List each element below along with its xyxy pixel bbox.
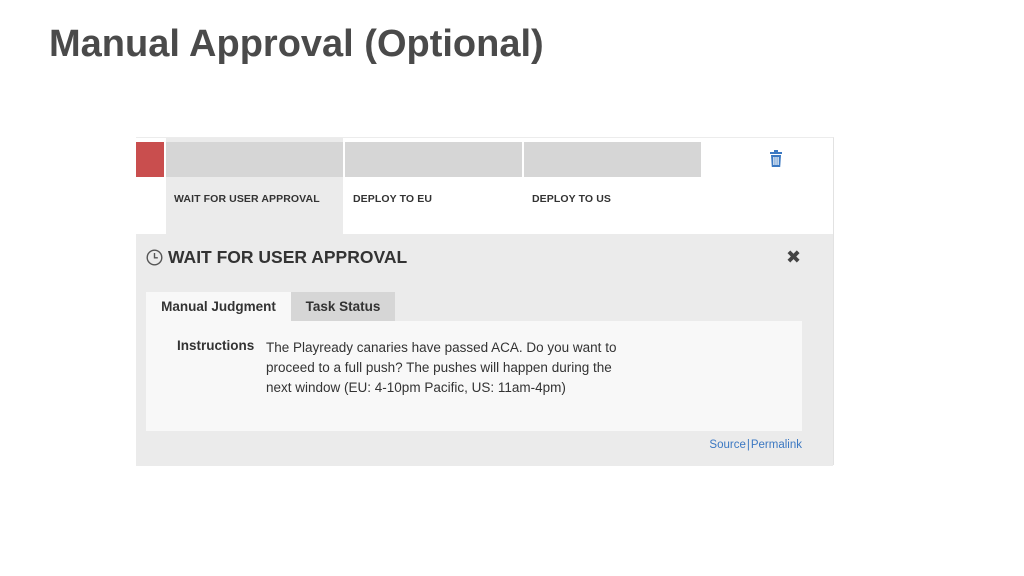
trash-icon[interactable]	[768, 150, 784, 168]
stage-deploy-to-us[interactable]: DEPLOY TO US	[524, 138, 701, 234]
instructions-line: proceed to a full push? The pushes will …	[266, 360, 612, 375]
permalink-link[interactable]: Permalink	[751, 439, 802, 451]
detail-tabs: Manual Judgment Task Status	[146, 292, 395, 321]
panel-title: WAIT FOR USER APPROVAL	[168, 247, 408, 267]
stage-bar	[166, 142, 343, 177]
stage-detail-panel: WAIT FOR USER APPROVAL ✖ Manual Judgment…	[136, 234, 833, 466]
link-separator: |	[746, 439, 750, 451]
clock-icon	[146, 249, 163, 266]
stage-bar	[345, 142, 522, 177]
tab-manual-judgment[interactable]: Manual Judgment	[146, 292, 291, 321]
close-icon[interactable]: ✖	[786, 248, 801, 266]
stage-deploy-to-eu[interactable]: DEPLOY TO EU	[345, 138, 522, 234]
pipeline-screenshot: WAIT FOR USER APPROVAL DEPLOY TO EU DEPL…	[136, 137, 834, 466]
tab-task-status[interactable]: Task Status	[291, 292, 395, 321]
slide-title: Manual Approval (Optional)	[49, 23, 544, 65]
stage-label: DEPLOY TO US	[532, 193, 611, 205]
instructions-label: Instructions	[177, 338, 255, 353]
stage-bar	[524, 142, 701, 177]
tab-content: Instructions The Playready canaries have…	[146, 321, 802, 431]
stage-label: WAIT FOR USER APPROVAL	[174, 193, 320, 205]
stage-wait-for-user-approval[interactable]: WAIT FOR USER APPROVAL	[166, 138, 343, 234]
footer-links: Source|Permalink	[709, 439, 802, 451]
instructions-line: The Playready canaries have passed ACA. …	[266, 340, 617, 355]
instructions-text: The Playready canaries have passed ACA. …	[266, 338, 636, 398]
source-link[interactable]: Source	[709, 439, 745, 451]
instructions-line: next window (EU: 4-10pm Pacific, US: 11a…	[266, 380, 566, 395]
pipeline-status-indicator	[136, 142, 164, 177]
panel-header: WAIT FOR USER APPROVAL	[146, 247, 407, 268]
stage-label: DEPLOY TO EU	[353, 193, 432, 205]
